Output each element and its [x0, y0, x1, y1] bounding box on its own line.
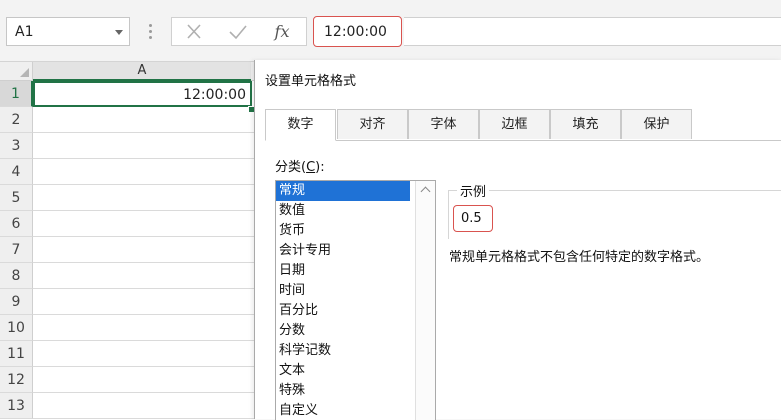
dialog-title: 设置单元格格式 — [265, 74, 357, 89]
column-header-a[interactable]: A — [33, 62, 251, 81]
row-header[interactable]: 3 — [0, 133, 33, 159]
list-scrollbar[interactable] — [415, 181, 435, 420]
list-item-number[interactable]: 数值 — [276, 201, 410, 221]
list-item-text[interactable]: 文本 — [276, 361, 410, 381]
chevron-down-icon[interactable] — [115, 30, 123, 35]
tab-font[interactable]: 字体 — [408, 109, 479, 139]
name-box-value: A1 — [15, 24, 34, 40]
row-header[interactable]: 10 — [0, 315, 33, 341]
confirm-icon[interactable] — [224, 21, 252, 43]
row-header[interactable]: 9 — [0, 289, 33, 315]
sample-preview: 0.5 — [453, 205, 493, 232]
sample-value: 0.5 — [461, 211, 482, 226]
cell-a2[interactable] — [33, 107, 254, 133]
tab-border[interactable]: 边框 — [479, 109, 550, 139]
name-box[interactable]: A1 — [6, 17, 130, 46]
format-cells-dialog: 设置单元格格式 数字 对齐 字体 边框 填充 保护 分类(C): 常规 数值 货… — [254, 60, 781, 420]
list-item-time[interactable]: 时间 — [276, 281, 410, 301]
tab-protection[interactable]: 保护 — [621, 109, 692, 139]
list-item-date[interactable]: 日期 — [276, 261, 410, 281]
insert-function-icon[interactable]: fx — [268, 21, 296, 43]
cancel-icon[interactable] — [180, 21, 208, 43]
row-header[interactable]: 5 — [0, 185, 33, 211]
list-item-custom[interactable]: 自定义 — [276, 401, 410, 420]
formula-buttons: fx — [171, 17, 307, 46]
cell-a9[interactable] — [33, 289, 254, 315]
row-header[interactable]: 1 — [0, 81, 33, 107]
formula-input[interactable]: 12:00:00 — [313, 16, 402, 47]
category-list[interactable]: 常规 数值 货币 会计专用 日期 时间 百分比 分数 科学记数 文本 特殊 自定… — [275, 180, 436, 420]
cell-a1[interactable]: 12:00:00 — [33, 81, 252, 107]
row-header[interactable]: 4 — [0, 159, 33, 185]
tab-fill[interactable]: 填充 — [550, 109, 621, 139]
list-item-accounting[interactable]: 会计专用 — [276, 241, 410, 261]
cell-a4[interactable] — [33, 159, 254, 185]
cell-a13[interactable] — [33, 393, 254, 419]
list-item-general[interactable]: 常规 — [276, 181, 410, 201]
row-header[interactable]: 2 — [0, 107, 33, 133]
dialog-tabs: 数字 对齐 字体 边框 填充 保护 — [265, 109, 781, 141]
cell-a8[interactable] — [33, 263, 254, 289]
format-description: 常规单元格格式不包含任何特定的数字格式。 — [449, 250, 710, 265]
cell-a7[interactable] — [33, 237, 254, 263]
formula-input-area[interactable] — [404, 17, 781, 46]
cell-a10[interactable] — [33, 315, 254, 341]
list-item-scientific[interactable]: 科学记数 — [276, 341, 410, 361]
sample-group — [448, 190, 781, 239]
sample-label: 示例 — [457, 181, 490, 200]
row-header[interactable]: 13 — [0, 393, 33, 419]
cell-a12[interactable] — [33, 367, 254, 393]
cell-a3[interactable] — [33, 133, 254, 159]
formula-value: 12:00:00 — [324, 24, 387, 40]
cell-a5[interactable] — [33, 185, 254, 211]
row-header[interactable]: 6 — [0, 211, 33, 237]
list-item-currency[interactable]: 货币 — [276, 221, 410, 241]
cell-a11[interactable] — [33, 341, 254, 367]
chevron-up-icon[interactable] — [420, 186, 431, 197]
cell-a1-value: 12:00:00 — [183, 87, 246, 103]
list-item-percentage[interactable]: 百分比 — [276, 301, 410, 321]
formula-bar: A1 fx 12:00:00 — [0, 0, 781, 62]
list-item-special[interactable]: 特殊 — [276, 381, 410, 401]
row-header[interactable]: 8 — [0, 263, 33, 289]
row-header[interactable]: 11 — [0, 341, 33, 367]
drag-handle-icon[interactable] — [149, 24, 152, 40]
row-header[interactable]: 12 — [0, 367, 33, 393]
select-all-button[interactable] — [0, 62, 33, 81]
tab-number[interactable]: 数字 — [265, 109, 336, 141]
tab-alignment[interactable]: 对齐 — [337, 109, 408, 139]
cell-a6[interactable] — [33, 211, 254, 237]
row-header[interactable]: 7 — [0, 237, 33, 263]
list-item-fraction[interactable]: 分数 — [276, 321, 410, 341]
category-label: 分类(C): — [275, 160, 325, 175]
